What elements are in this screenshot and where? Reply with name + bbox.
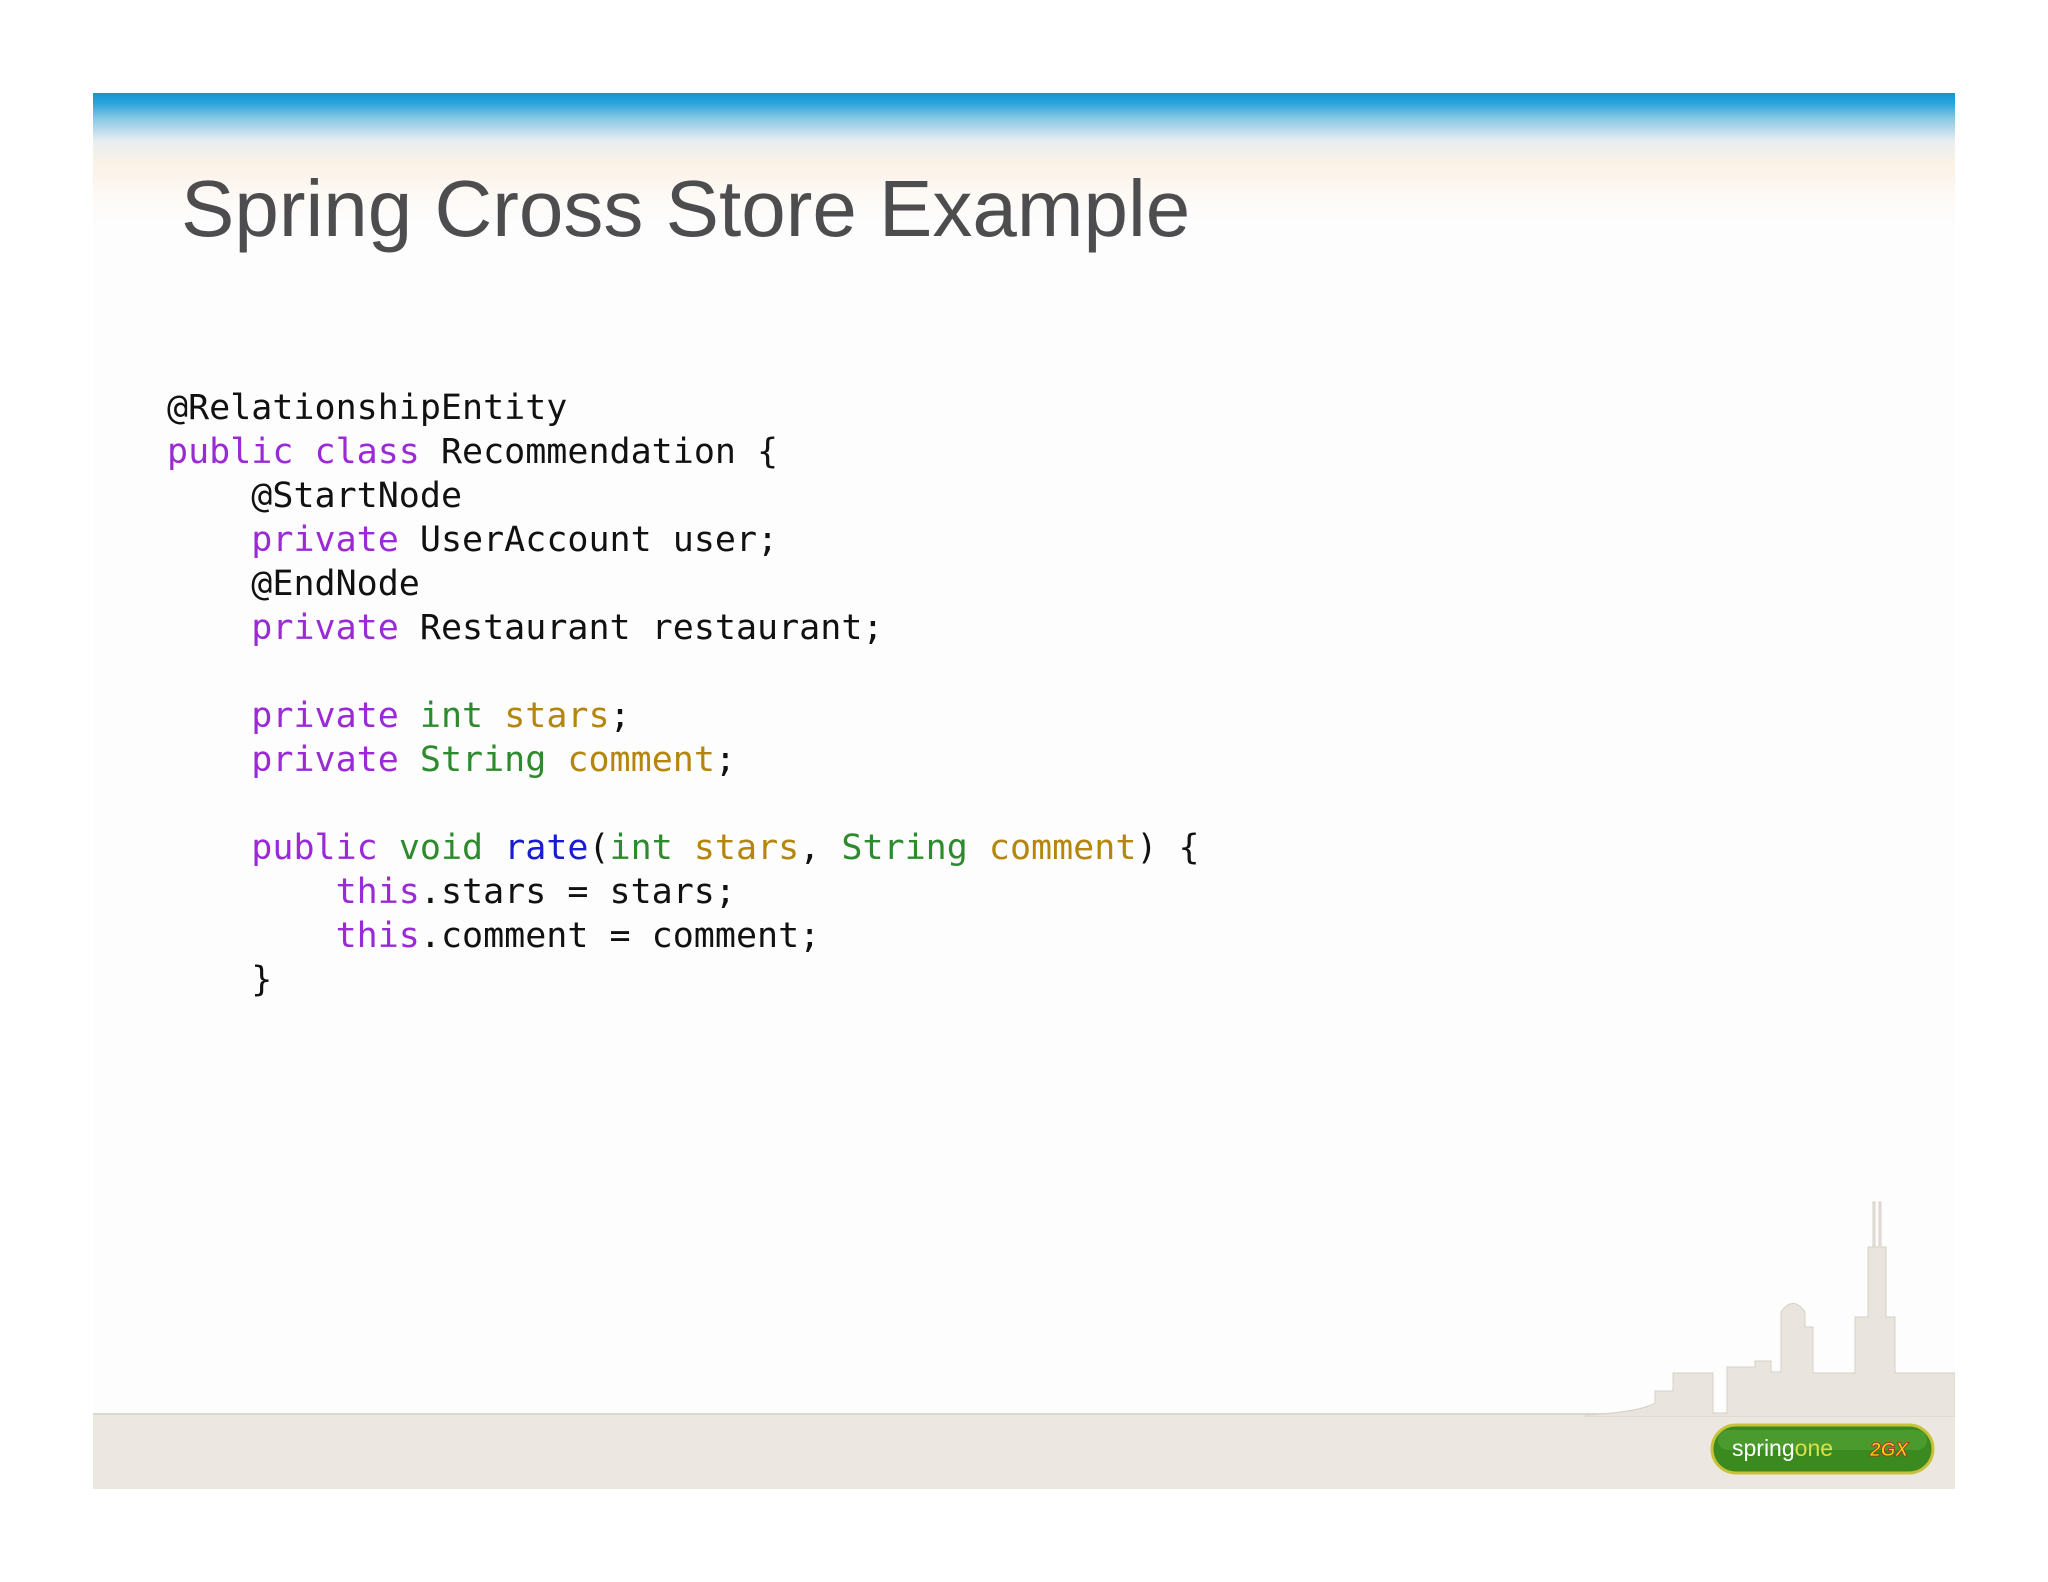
field-token: stars [504, 696, 610, 736]
code-line: @StartNode [167, 474, 1200, 518]
code-line: @EndNode [167, 562, 1200, 606]
code-line: @RelationshipEntity [167, 386, 1200, 430]
code-text: Restaurant restaurant; [419, 608, 884, 648]
logo-word-spring: spring [1732, 1435, 1795, 1461]
code-line: public class Recommendation { [167, 430, 1200, 474]
annotation-token: @EndNode [251, 564, 420, 604]
field-token: comment [567, 740, 715, 780]
keyword-token: private [251, 608, 399, 648]
keyword-token: private [251, 696, 399, 736]
code-line: private String comment; [167, 738, 1200, 782]
code-block: @RelationshipEntity public class Recomme… [167, 386, 1200, 1002]
keyword-token: private [251, 740, 399, 780]
code-text: ; [714, 740, 736, 780]
code-line: this.comment = comment; [167, 914, 1200, 958]
springone-2gx-logo: springone 2GX [1710, 1423, 1935, 1475]
skyline-silhouette [1585, 1201, 1955, 1417]
keyword-token: public [251, 828, 378, 868]
logo-badge-2gx: 2GX [1869, 1440, 1909, 1461]
code-line: private int stars; [167, 694, 1200, 738]
slide-title: Spring Cross Store Example [181, 164, 1191, 253]
annotation-token: @StartNode [251, 476, 463, 516]
type-token: int [419, 696, 484, 736]
keyword-token: private [251, 520, 399, 560]
type-token: String [841, 828, 968, 868]
field-token: stars [693, 828, 800, 868]
code-text: ( [588, 828, 610, 868]
code-text: ) { [1136, 828, 1200, 868]
city-skyline-graphic [1585, 1201, 1955, 1417]
code-line: this.stars = stars; [167, 870, 1200, 914]
method-token: rate [504, 828, 589, 868]
code-line: public void rate(int stars, String comme… [167, 826, 1200, 870]
keyword-token: class [314, 432, 420, 472]
code-line: } [167, 958, 1200, 1002]
logo-word-one: one [1795, 1435, 1833, 1461]
code-text: } [251, 960, 273, 1000]
footer-band [93, 1413, 1955, 1489]
code-text: UserAccount user; [419, 520, 779, 560]
keyword-token: this [335, 872, 420, 912]
keyword-token: public [167, 432, 294, 472]
slide: Spring Cross Store Example @Relationship… [93, 93, 1955, 1489]
code-text: , [799, 828, 821, 868]
type-token: String [419, 740, 547, 780]
code-line: private UserAccount user; [167, 518, 1200, 562]
code-text: Recommendation { [440, 432, 779, 472]
type-token: void [398, 828, 484, 868]
keyword-token: this [335, 916, 420, 956]
code-text: .comment = comment; [419, 916, 821, 956]
svg-text:springone: springone [1732, 1435, 1833, 1461]
annotation-token: @RelationshipEntity [167, 388, 568, 428]
code-text: .stars = stars; [419, 872, 736, 912]
type-token: int [609, 828, 673, 868]
code-line: private Restaurant restaurant; [167, 606, 1200, 650]
code-text: ; [609, 696, 631, 736]
field-token: comment [988, 828, 1137, 868]
